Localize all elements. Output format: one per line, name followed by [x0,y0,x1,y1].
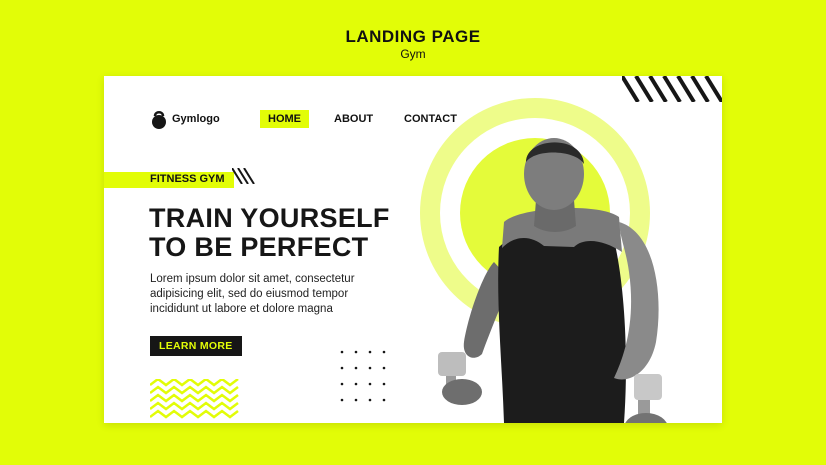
brand-logo[interactable]: Gymlogo [150,109,220,129]
page-heading: LANDING PAGE [345,27,481,46]
page-subheading: Gym [400,47,426,61]
stripes-decoration-top [622,76,722,102]
kettlebell-icon [152,111,166,129]
zigzag-decoration [150,379,239,419]
description-line-1: Lorem ipsum dolor sit amet, consectetur [150,273,355,285]
dot-grid-decoration [340,350,386,402]
fitness-tag: FITNESS GYM [150,173,225,185]
headline-line-2: TO BE PERFECT [149,232,369,262]
description-line-3: incididunt ut labore et dolore magna [150,303,333,315]
learn-more-button[interactable]: LEARN MORE [150,336,242,356]
hero-description: Lorem ipsum dolor sit amet, consectetur … [150,272,390,317]
nav-home[interactable]: HOME [260,110,309,128]
brand-name: Gymlogo [172,113,220,125]
stripes-decoration-tag [232,168,255,184]
athlete-image [438,138,667,423]
landing-card: Gymlogo HOME ABOUT CONTACT FITNESS GYM T… [104,76,722,423]
headline-line-1: TRAIN YOURSELF [149,203,390,233]
description-line-2: adipisicing elit, sed do eiusmod tempor [150,288,349,300]
hero-headline: TRAIN YOURSELF TO BE PERFECT [149,204,390,262]
nav-about[interactable]: ABOUT [326,110,381,128]
